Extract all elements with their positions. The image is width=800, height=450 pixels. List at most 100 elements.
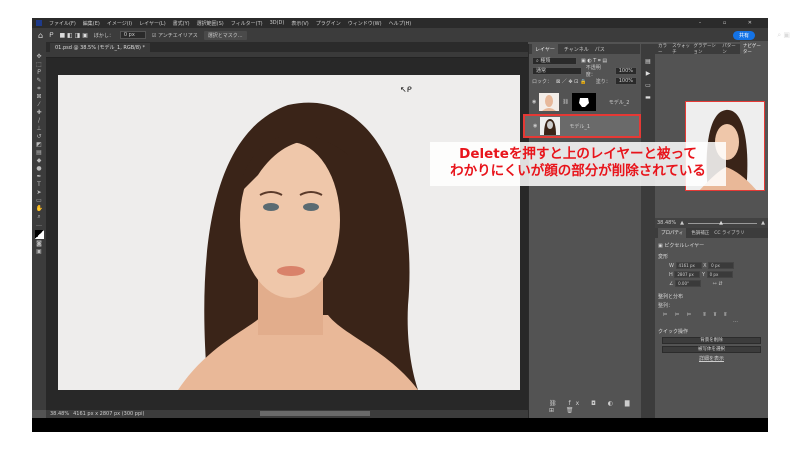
color-swatch-icon[interactable] [34, 230, 44, 239]
tab-paths[interactable]: パス [595, 46, 605, 53]
layer-mask-thumbnail[interactable] [571, 93, 596, 111]
pixel-layer-label: ▣ ピクセルレイヤー [658, 243, 705, 249]
blend-mode-select[interactable]: 通常 [532, 67, 582, 75]
tab-adjustments[interactable]: 色調補正 [691, 230, 709, 236]
layer-row-selected[interactable]: ◉ モデル_1 [523, 114, 641, 138]
history-brush-icon[interactable]: ↺ [36, 134, 43, 140]
remove-background-button[interactable]: 背景を削除 [662, 337, 761, 344]
status-doc-info[interactable]: 4161 px x 2807 px (300 ppi) [73, 411, 144, 417]
crop-tool-icon[interactable]: ⌗ [36, 86, 43, 92]
comments-icon[interactable]: ▭ [645, 82, 651, 89]
opacity-input[interactable]: 100% [614, 67, 637, 75]
selection-mode-icons[interactable]: ■ ◧ ◨ ▣ [59, 32, 87, 39]
tab-patterns[interactable]: パターン [722, 43, 737, 55]
menu-image[interactable]: イメージ(I) [107, 20, 132, 27]
home-icon[interactable]: ⌂ [38, 31, 43, 40]
x-input[interactable]: 0 px [708, 262, 735, 269]
width-input[interactable]: 4161 px [675, 262, 702, 269]
eyedropper-icon[interactable]: ⁄ [36, 102, 43, 108]
screen-mode-icon[interactable]: ▣ [36, 249, 43, 255]
hand-icon[interactable]: ✋ [36, 206, 43, 212]
fill-input[interactable]: 100% [614, 77, 637, 85]
menu-help[interactable]: ヘルプ(H) [389, 20, 412, 27]
tab-properties[interactable]: プロパティ [658, 228, 687, 238]
healing-icon[interactable]: ✚ [36, 110, 43, 116]
brush-icon[interactable]: / [36, 118, 43, 124]
gradient-icon[interactable]: ▤ [36, 150, 43, 156]
tab-layers[interactable]: レイヤー [532, 43, 558, 55]
menu-file[interactable]: ファイル(F) [49, 20, 76, 27]
align-buttons[interactable]: ⊨ ⊨ ⊨ ⫪ ⫪ ⫪ [663, 312, 768, 318]
layer-footer-buttons[interactable]: ⛓ fx ◘ ◐ ▇ ⊞ 🗑 [549, 400, 640, 414]
visibility-eye-icon[interactable]: ◉ [532, 99, 536, 105]
zoom-icon[interactable]: ⌕ [36, 214, 43, 220]
transform-heading[interactable]: 変形 [658, 253, 768, 260]
more-tools-icon[interactable]: … [36, 222, 43, 228]
link-icon[interactable]: ⛓ [562, 99, 568, 105]
quick-actions-heading[interactable]: クイック操作 [658, 328, 768, 335]
tab-color[interactable]: カラー [658, 43, 669, 55]
show-more-link[interactable]: 詳細を表示 [655, 355, 768, 362]
tab-libraries[interactable]: CC ライブラリ [714, 230, 744, 236]
angle-input[interactable]: 0.00° [675, 280, 702, 287]
search-icon[interactable]: ⌕ ▣ [777, 31, 790, 40]
select-and-mask-button[interactable]: 選択とマスク... [203, 30, 247, 40]
horizontal-scrollbar[interactable] [260, 411, 370, 416]
select-subject-button[interactable]: 被写体を選択 [662, 346, 761, 353]
status-zoom[interactable]: 38.48% [50, 411, 69, 417]
window-controls[interactable]: – ▫ ✕ [699, 20, 762, 26]
dodge-icon[interactable]: ● [36, 166, 43, 172]
lasso-icon[interactable]: ᑭ [49, 31, 53, 39]
path-select-icon[interactable]: ➤ [36, 190, 43, 196]
visibility-eye-icon[interactable]: ◉ [533, 123, 537, 129]
menu-edit[interactable]: 編集(E) [83, 20, 100, 27]
marquee-tool-icon[interactable]: ⬚ [36, 62, 43, 68]
menu-type[interactable]: 書式(Y) [173, 20, 190, 27]
stamp-icon[interactable]: ⊥ [36, 126, 43, 132]
zoom-slider[interactable]: ▲ [687, 220, 758, 226]
layer-name[interactable]: モデル_2 [609, 99, 630, 106]
history-icon[interactable]: ▤ [645, 58, 651, 65]
menu-3d[interactable]: 3D(D) [270, 20, 285, 26]
menu-filter[interactable]: フィルター(T) [231, 20, 263, 27]
blur-icon[interactable]: ◆ [36, 158, 43, 164]
menu-layer[interactable]: レイヤー(L) [139, 20, 166, 27]
layer-row[interactable]: ◉ ⛓ モデル_2 [529, 91, 640, 113]
lock-icons[interactable]: ⊠ ／ ✥ ⊡ 🔒 [556, 78, 586, 85]
align-heading[interactable]: 整列と分布 [658, 293, 768, 300]
height-input[interactable]: 2807 px [674, 271, 701, 278]
pen-icon[interactable]: ✒ [36, 174, 43, 180]
menu-window[interactable]: ウィンドウ(W) [348, 20, 382, 27]
menu-select[interactable]: 選択範囲(S) [197, 20, 224, 27]
layer-name[interactable]: モデル_1 [569, 123, 590, 130]
shape-icon[interactable]: ▭ [36, 198, 43, 204]
tab-swatches[interactable]: スウォッチ [672, 43, 690, 55]
feather-input[interactable]: 0 px [119, 31, 146, 39]
quick-mask-icon[interactable]: ◙ [36, 241, 43, 247]
more-options-icon[interactable]: … [655, 318, 738, 324]
navigator-zoom-value[interactable]: 38.48% [657, 220, 676, 226]
document-tab[interactable]: 01.psd @ 38.5% (モデル_1, RGB/8) * [50, 43, 151, 52]
frame-tool-icon[interactable]: ⊠ [36, 94, 43, 100]
antialias-checkbox[interactable]: ☑ アンチエイリアス [152, 32, 198, 39]
menu-view[interactable]: 表示(V) [291, 20, 308, 27]
zoom-out-icon[interactable]: ▲ [680, 220, 684, 226]
tab-navigator[interactable]: ナビゲーター [739, 41, 768, 57]
brush-settings-icon[interactable]: ▬ [645, 94, 651, 101]
flip-icons[interactable]: ⇿ ⇵ [713, 281, 723, 287]
tab-channels[interactable]: チャンネル [564, 46, 589, 53]
share-button[interactable]: 共有 [732, 31, 755, 40]
quick-select-icon[interactable]: ✎ [36, 78, 43, 84]
type-icon[interactable]: T [36, 182, 43, 188]
zoom-in-icon[interactable]: ▲ [761, 220, 765, 226]
tools-panel: ✥ ⬚ ᑭ ✎ ⌗ ⊠ ⁄ ✚ / ⊥ ↺ ◩ ▤ ◆ ● ✒ T ➤ ▭ ✋ ⌕ … ◙ ▣ [32, 42, 46, 410]
move-tool-icon[interactable]: ✥ [36, 54, 43, 60]
actions-icon[interactable]: ▶ [646, 70, 651, 77]
canvas-image[interactable] [58, 75, 520, 390]
tab-gradients[interactable]: グラデーション [694, 43, 720, 55]
layer-filter-select[interactable]: ⌕ 種類 [532, 57, 577, 65]
y-input[interactable]: 0 px [706, 271, 733, 278]
menu-plugins[interactable]: プラグイン [316, 20, 341, 27]
eraser-icon[interactable]: ◩ [36, 142, 43, 148]
lasso-tool-icon[interactable]: ᑭ [36, 70, 43, 76]
